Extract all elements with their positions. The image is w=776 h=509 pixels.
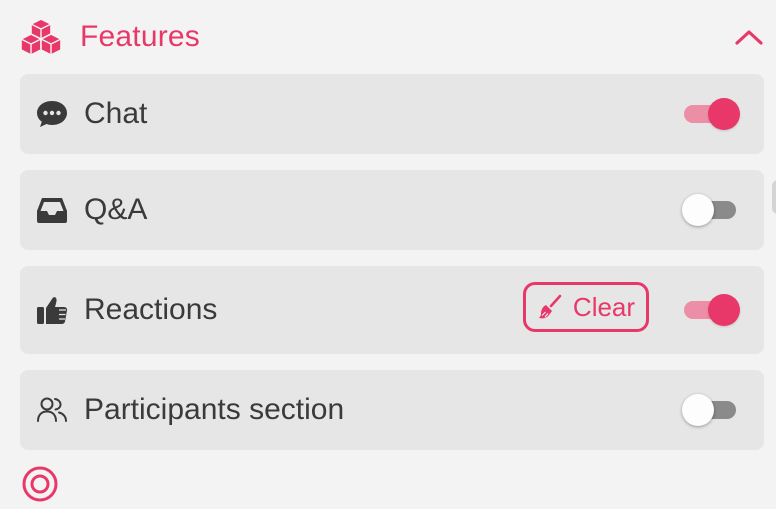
feature-label-qa: Q&A [84,193,148,226]
toggle-knob [682,194,714,226]
feature-label-chat: Chat [84,97,148,130]
toggle-knob [708,98,740,130]
toggle-knob [708,294,740,326]
users-icon [34,392,70,428]
reactions-toggle[interactable] [682,292,740,328]
feature-label-participants: Participants section [84,393,345,426]
features-section-header[interactable]: Features [20,14,766,60]
feature-row-participants: Participants section [20,370,764,450]
chat-toggle[interactable] [682,96,740,132]
next-section-icon [20,464,60,504]
chevron-up-icon[interactable] [732,20,766,54]
scrollbar-thumb[interactable] [772,180,776,214]
feature-row-reactions: Reactions Clear [20,266,764,354]
toggle-knob [682,394,714,426]
cubes-icon [20,17,62,57]
feature-row-qa: Q&A [20,170,764,250]
feature-row-chat: Chat [20,74,764,154]
thumbs-up-icon [34,292,70,328]
clear-button-label: Clear [572,291,636,322]
broom-icon [537,294,563,320]
participants-toggle[interactable] [682,392,740,428]
comment-dots-icon [34,96,70,132]
qa-toggle[interactable] [682,192,740,228]
section-title: Features [80,20,200,53]
clear-reactions-button[interactable]: Clear [523,282,649,332]
feature-label-reactions: Reactions [84,293,218,326]
inbox-icon [34,192,70,228]
